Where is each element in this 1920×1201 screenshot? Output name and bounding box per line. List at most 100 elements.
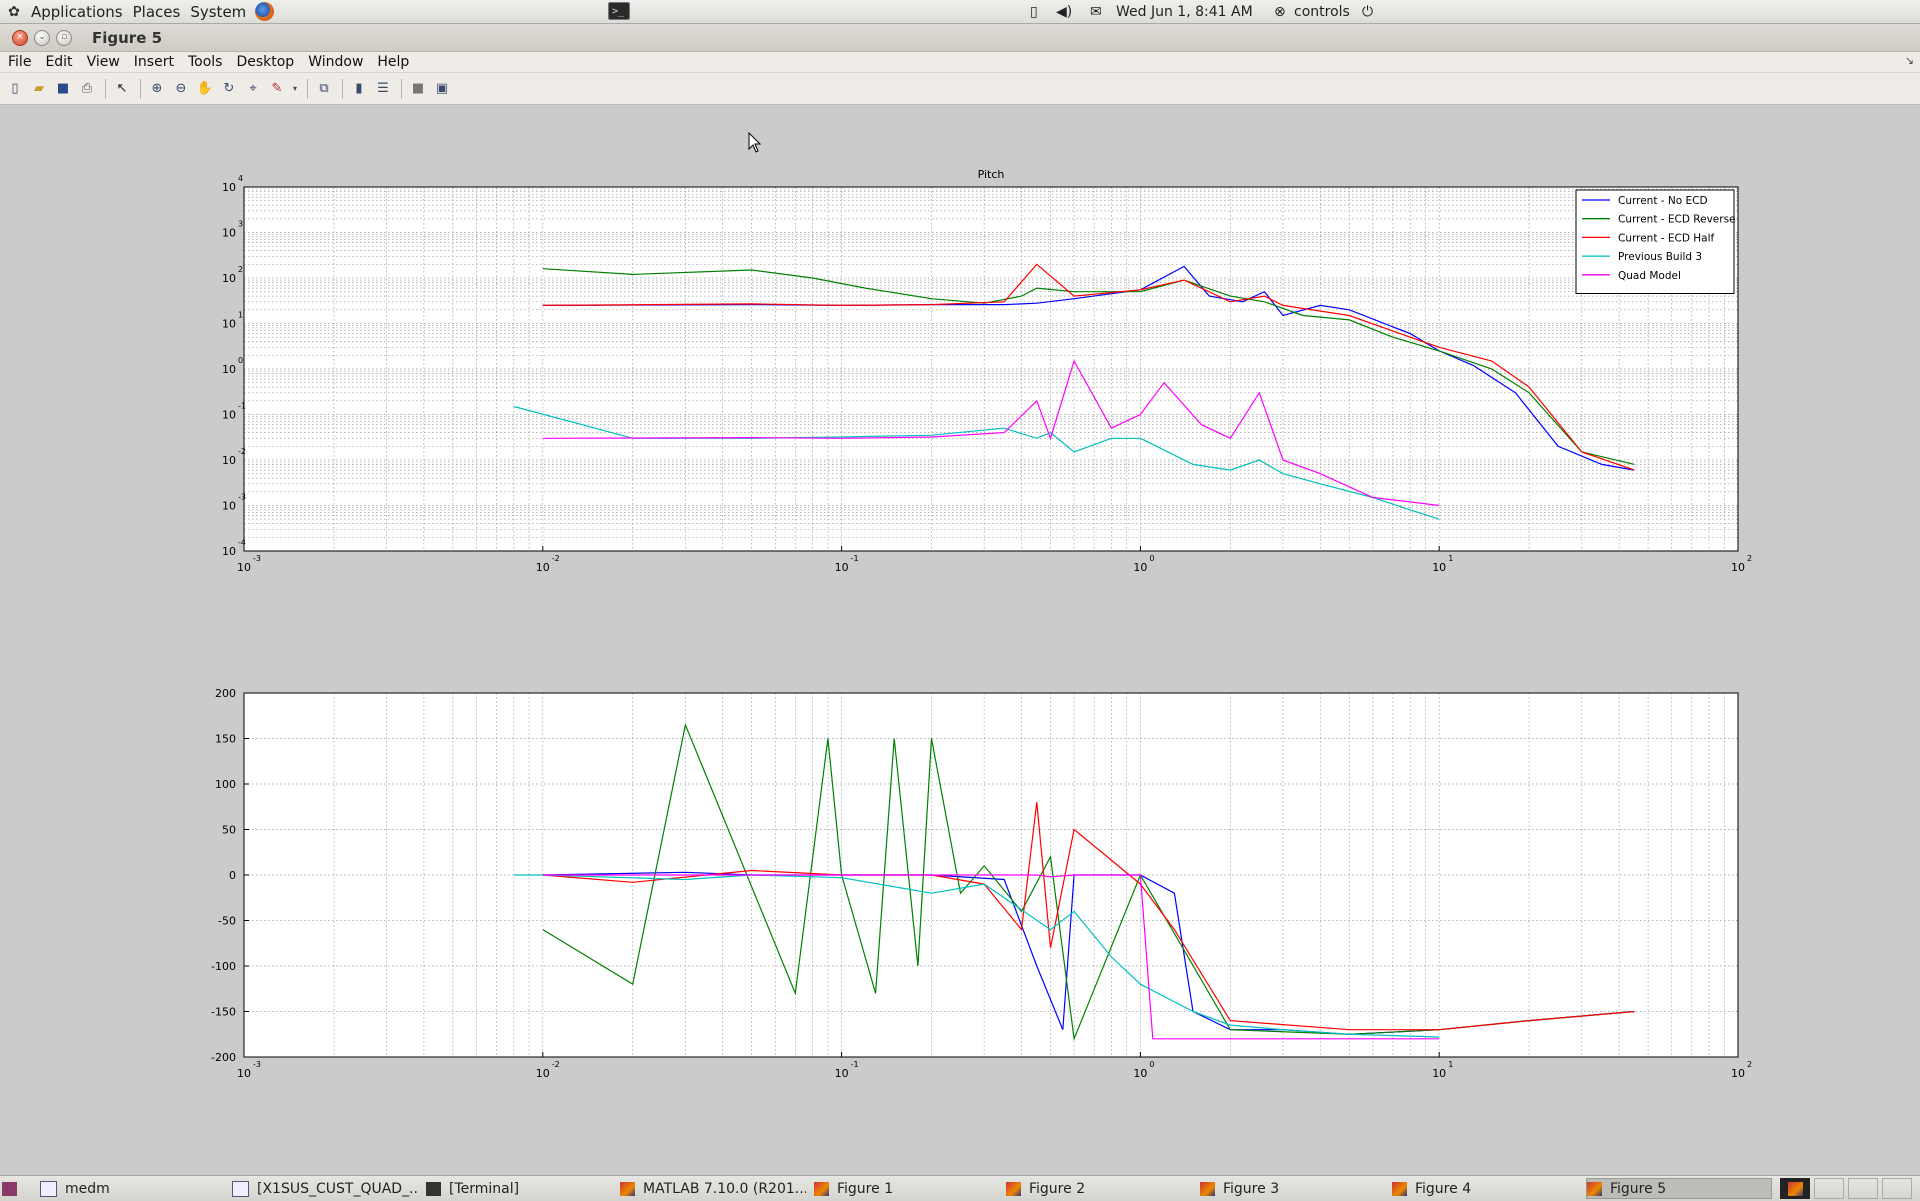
- places-menu[interactable]: Places: [128, 0, 186, 23]
- colorbar-icon[interactable]: ▮: [348, 78, 370, 100]
- x-tick-exponent: -3: [253, 554, 261, 563]
- x-tick-label: 10: [536, 1067, 550, 1080]
- print-icon[interactable]: ⎙: [76, 78, 98, 100]
- menu-insert[interactable]: Insert: [127, 54, 181, 70]
- zoom-out-icon[interactable]: ⊖: [170, 78, 192, 100]
- taskbar-item-matlab[interactable]: MATLAB 7.10.0 (R201...: [620, 1178, 806, 1199]
- y-tick-label: 10: [222, 454, 236, 467]
- x-tick-exponent: -2: [552, 1060, 560, 1069]
- legend-entry: Current - ECD Reverse: [1618, 214, 1736, 226]
- legend-entry: Current - No ECD: [1618, 195, 1708, 207]
- taskbar-item-x1sus[interactable]: [X1SUS_CUST_QUAD_...: [232, 1178, 418, 1199]
- system-menu[interactable]: System: [185, 0, 251, 23]
- y-tick-label: 0: [229, 869, 236, 882]
- window-icon: [232, 1180, 249, 1197]
- y-tick-label: -100: [211, 960, 236, 973]
- x-tick-exponent: 2: [1747, 1060, 1752, 1069]
- taskbar-item-terminal[interactable]: [Terminal]: [426, 1178, 612, 1199]
- figure-icon: [1787, 1181, 1803, 1196]
- menu-view[interactable]: View: [80, 54, 127, 70]
- brush-dropdown-icon[interactable]: ▾: [290, 78, 300, 100]
- menu-edit[interactable]: Edit: [38, 54, 79, 70]
- figure-canvas[interactable]: 10 -3 10 -2 10 -1 10 0 10 1 10 2 10 -4 10 -3 10 -2 10 -1 10 0…: [0, 106, 1920, 1176]
- applications-menu[interactable]: Applications: [26, 0, 128, 23]
- power-icon[interactable]: ⏻: [1362, 0, 1373, 23]
- gnome-foot-icon[interactable]: ✿: [6, 4, 22, 20]
- link-plot-icon[interactable]: ⧉: [313, 78, 335, 100]
- workspace-4[interactable]: [1882, 1178, 1912, 1199]
- minimize-icon[interactable]: ⌄: [34, 29, 50, 46]
- x-tick-label: 10: [835, 561, 849, 574]
- toolbar-separator: [140, 78, 141, 99]
- data-cursor-icon[interactable]: ⌖: [242, 78, 264, 100]
- mail-icon[interactable]: ✉: [1090, 0, 1102, 23]
- legend-entry: Previous Build 3: [1618, 251, 1702, 263]
- zoom-in-icon[interactable]: ⊕: [146, 78, 168, 100]
- legend-entry: Quad Model: [1618, 270, 1681, 282]
- volume-icon[interactable]: ◀): [1056, 0, 1072, 23]
- terminal-launcher-icon[interactable]: >_: [608, 2, 630, 20]
- y-tick-label: -200: [211, 1051, 236, 1064]
- rotate-3d-icon[interactable]: ↻: [218, 78, 240, 100]
- legend-icon[interactable]: ☰: [372, 78, 394, 100]
- taskbar-item-figure-4[interactable]: Figure 4: [1392, 1178, 1578, 1199]
- workspace-1[interactable]: [1780, 1178, 1810, 1199]
- new-figure-icon[interactable]: ▯: [4, 78, 26, 100]
- x-tick-exponent: 1: [1448, 554, 1453, 563]
- x-tick-label: 10: [1133, 1067, 1147, 1080]
- y-tick-label: 200: [215, 687, 236, 700]
- firefox-icon[interactable]: [255, 2, 275, 21]
- x-tick-label: 10: [1432, 561, 1446, 574]
- y-tick-label: 10: [222, 545, 236, 558]
- show-plot-tools-icon[interactable]: ▣: [431, 78, 453, 100]
- toolbar-separator: [105, 78, 106, 99]
- pan-icon[interactable]: ✋: [194, 78, 216, 100]
- top-panel: ✿ Applications Places System >_ ▯ ◀) ✉ W…: [0, 0, 1920, 24]
- y-tick-label: -150: [211, 1006, 236, 1019]
- menu-tools[interactable]: Tools: [181, 54, 230, 70]
- maximize-icon[interactable]: ▫: [56, 29, 72, 46]
- toolbar-separator: [401, 78, 402, 99]
- y-tick-exponent: 2: [238, 265, 243, 274]
- clock[interactable]: Wed Jun 1, 8:41 AM: [1116, 0, 1253, 23]
- user-name[interactable]: controls: [1294, 0, 1350, 23]
- taskbar-item-figure-5[interactable]: Figure 5: [1586, 1178, 1772, 1199]
- window-title: Figure 5: [92, 28, 163, 47]
- hide-plot-tools-icon[interactable]: ■: [407, 78, 429, 100]
- y-tick-exponent: 0: [238, 356, 243, 365]
- taskbar-item-figure-1[interactable]: Figure 1: [814, 1178, 1000, 1199]
- dock-arrow-icon[interactable]: ↘: [1905, 54, 1914, 67]
- brush-icon[interactable]: ✎: [266, 78, 288, 100]
- plot-canvas[interactable]: 10-310-210-110010110210-410-310-210-1100…: [0, 106, 1920, 1176]
- y-tick-exponent: -1: [238, 402, 246, 411]
- workspace-2[interactable]: [1814, 1178, 1844, 1199]
- menu-help[interactable]: Help: [370, 54, 416, 70]
- menu-desktop[interactable]: Desktop: [229, 54, 301, 70]
- taskbar-item-figure-3[interactable]: Figure 3: [1200, 1178, 1386, 1199]
- edit-plot-icon[interactable]: ↖: [111, 78, 133, 100]
- y-tick-exponent: 4: [238, 174, 243, 183]
- menubar: File Edit View Insert Tools Desktop Wind…: [0, 52, 1920, 73]
- open-file-icon[interactable]: ▰: [28, 78, 50, 100]
- y-tick-label: 150: [215, 733, 236, 746]
- x-tick-label: 10: [1133, 561, 1147, 574]
- taskbar: medm [X1SUS_CUST_QUAD_... [Terminal] MAT…: [0, 1175, 1920, 1201]
- x-tick-exponent: 1: [1448, 1060, 1453, 1069]
- network-icon[interactable]: ▯: [1030, 0, 1038, 23]
- menu-file[interactable]: File: [0, 54, 38, 70]
- terminal-icon: [426, 1181, 441, 1196]
- save-icon[interactable]: ■: [52, 78, 74, 100]
- menu-window[interactable]: Window: [301, 54, 370, 70]
- y-tick-label: 10: [222, 500, 236, 513]
- window-titlebar[interactable]: × ⌄ ▫ Figure 5: [0, 24, 1920, 52]
- x-tick-label: 10: [1432, 1067, 1446, 1080]
- window-icon: [40, 1180, 57, 1197]
- workspace-3[interactable]: [1848, 1178, 1878, 1199]
- x-tick-exponent: 2: [1747, 554, 1752, 563]
- close-icon[interactable]: ×: [12, 29, 28, 46]
- show-desktop-icon[interactable]: [2, 1178, 24, 1199]
- user-switcher-icon[interactable]: ⊗: [1274, 0, 1286, 23]
- taskbar-item-medm[interactable]: medm: [40, 1178, 220, 1199]
- y-tick-exponent: -3: [238, 493, 246, 502]
- taskbar-item-figure-2[interactable]: Figure 2: [1006, 1178, 1192, 1199]
